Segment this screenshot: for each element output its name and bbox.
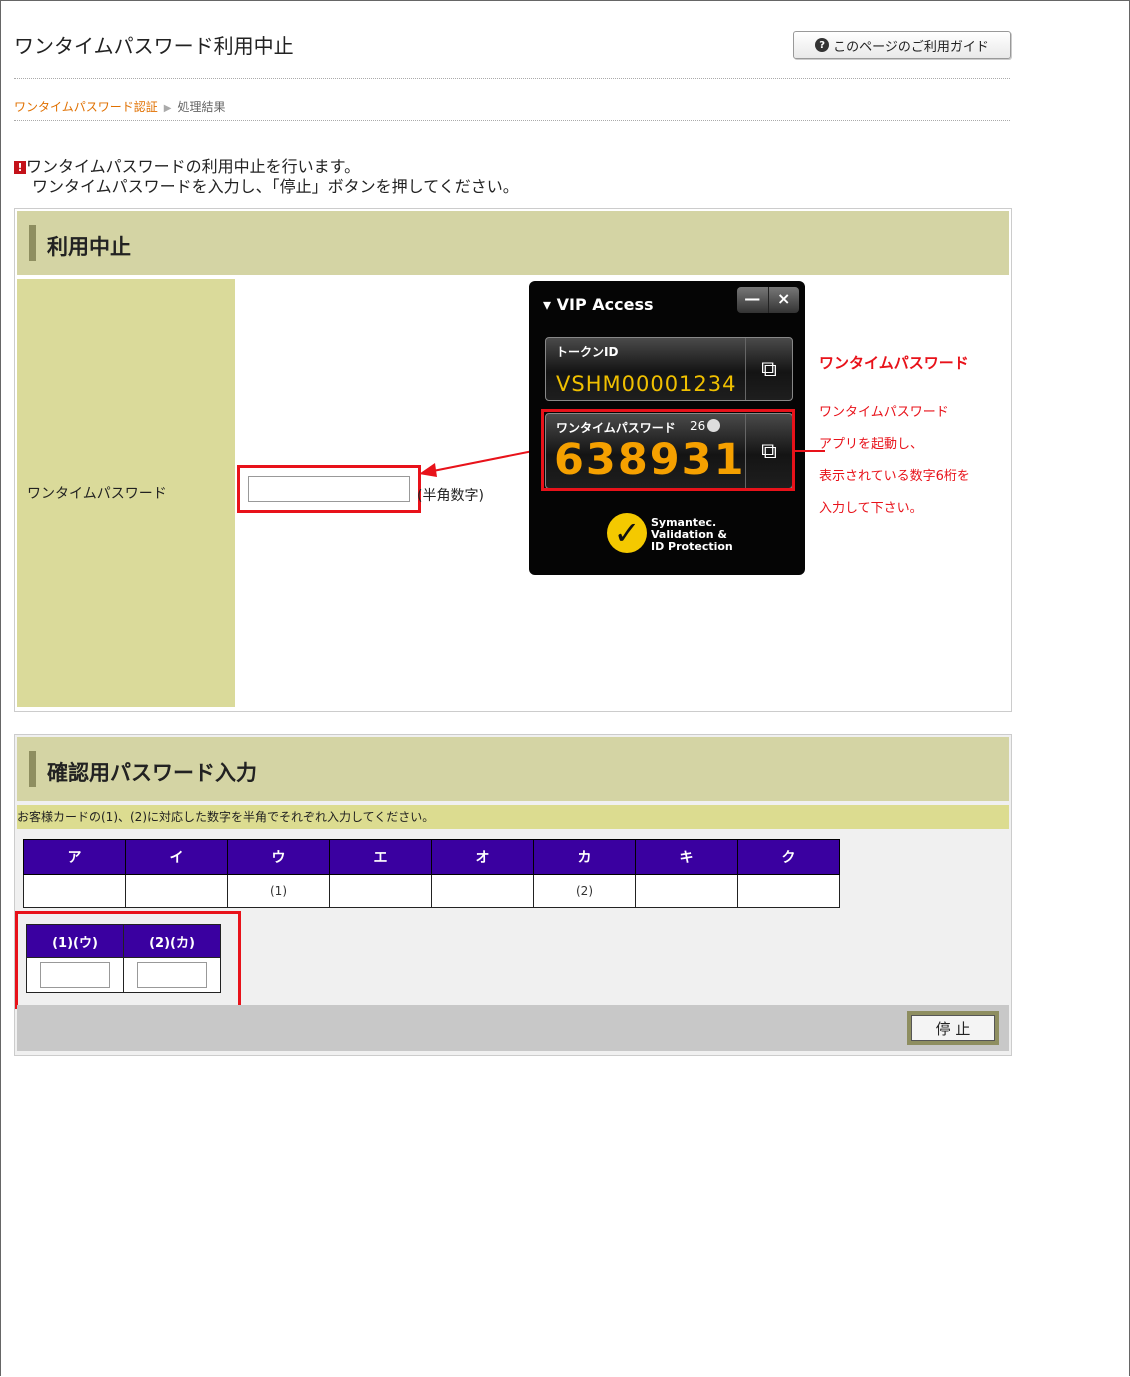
window-controls: — × — [737, 287, 799, 313]
grid-value-cell — [635, 874, 738, 908]
copy-icon: ⧉ — [745, 338, 792, 400]
token-id-card: トークンID VSHM00001234 ⧉ — [545, 337, 793, 401]
grid-value-cell — [125, 874, 228, 908]
callout-line-3: 表示されている数字6桁を — [819, 469, 970, 484]
token-id-value: VSHM00001234 — [556, 372, 737, 396]
otp-highlight-box — [541, 409, 795, 491]
grid-header-cell: ク — [737, 839, 840, 875]
symantec-logo: ✓ Symantec. Validation & ID Protection — [607, 513, 737, 561]
pw-header-cell: (2)(カ) — [123, 924, 221, 958]
callout-line-2: アプリを起動し、 — [819, 437, 924, 452]
divider — [14, 120, 1010, 121]
grid-value-cell — [431, 874, 534, 908]
confirm-password-highlight-box: (1)(ウ) (2)(カ) — [15, 911, 241, 1009]
section-title: 利用中止 — [47, 235, 131, 259]
grid-header-cell: ウ — [227, 839, 330, 875]
notice-line-1: ワンタイムパスワードの利用中止を行います。 — [26, 157, 361, 176]
grid-value-cell — [23, 874, 126, 908]
field-label-cell: ワンタイムパスワード — [17, 279, 235, 707]
confirm-password-input-2[interactable] — [137, 962, 207, 988]
guide-button[interactable]: ? このページのご利用ガイド — [793, 31, 1011, 59]
confirm-password-section: 確認用パスワード入力 お客様カードの(1)、(2)に対応した数字を半角でそれぞれ… — [14, 734, 1012, 1056]
help-icon: ? — [815, 38, 830, 52]
check-icon: ✓ — [607, 513, 647, 553]
otp-input[interactable] — [248, 476, 410, 502]
confirm-password-input-1[interactable] — [40, 962, 110, 988]
section-title: 確認用パスワード入力 — [47, 761, 257, 785]
section-header: 確認用パスワード入力 — [17, 737, 1009, 801]
instruction-text: お客様カードの(1)、(2)に対応した数字を半角でそれぞれ入力してください。 — [17, 805, 1009, 829]
token-id-label: トークンID — [556, 345, 619, 359]
guide-button-label: このページのご利用ガイド — [833, 39, 989, 55]
pw-input-cell — [123, 957, 221, 993]
grid-header-cell: イ — [125, 839, 228, 875]
callout-line-4: 入力して下さい。 — [819, 501, 923, 516]
grid-header-cell: ア — [23, 839, 126, 875]
breadcrumb-current: ワンタイムパスワード認証 — [14, 100, 158, 114]
otp-field-label: ワンタイムパスワード — [27, 486, 167, 502]
form-footer: 停 止 — [17, 1005, 1009, 1051]
grid-header-cell: エ — [329, 839, 432, 875]
notice-line-2: ワンタイムパスワードを入力し、「停止」ボタンを押してください。 — [32, 177, 519, 196]
grid-value-cell: (1) — [227, 874, 330, 908]
section-header: 利用中止 — [17, 211, 1009, 275]
breadcrumb-arrow-icon: ▶ — [163, 103, 172, 114]
breadcrumb-next: 処理結果 — [177, 100, 226, 114]
confirm-password-table: (1)(ウ) (2)(カ) — [26, 924, 221, 993]
breadcrumb: ワンタイムパスワード認証 ▶ 処理結果 — [14, 98, 225, 115]
grid-header-cell: オ — [431, 839, 534, 875]
pw-header-cell: (1)(ウ) — [26, 924, 124, 958]
notice: ! ワンタイムパスワードの利用中止を行います。 ワンタイムパスワードを入力し、「停… — [14, 157, 519, 197]
alert-icon: ! — [14, 161, 26, 174]
header-bar — [29, 225, 36, 261]
minimize-icon: — — [737, 287, 769, 313]
grid-header-cell: カ — [533, 839, 636, 875]
grid-value-cell — [737, 874, 840, 908]
callout-line-1: ワンタイムパスワード — [819, 405, 949, 420]
header-bar — [29, 751, 36, 787]
vip-access-widget: ▾ VIP Access — × トークンID VSHM00001234 ⧉ ワ… — [529, 281, 805, 575]
suspend-section: 利用中止 ワンタイムパスワード (半角数字) ▾ VIP Access — × … — [14, 208, 1012, 712]
pw-input-cell — [26, 957, 124, 993]
otp-highlight-box — [237, 465, 421, 513]
grid-value-cell: (2) — [533, 874, 636, 908]
close-icon: × — [777, 289, 791, 308]
callout-heading: ワンタイムパスワード — [819, 354, 969, 372]
logo-text: Symantec. Validation & ID Protection — [651, 516, 733, 553]
card-grid-table: ア イ ウ エ オ カ キ ク (1) (2) — [23, 839, 840, 908]
widget-title: ▾ VIP Access — [543, 295, 654, 314]
page-title: ワンタイムパスワード利用中止 — [14, 34, 294, 58]
widget-header: ▾ VIP Access — × — [529, 281, 805, 321]
divider — [14, 78, 1010, 79]
grid-value-cell — [329, 874, 432, 908]
stop-button[interactable]: 停 止 — [907, 1011, 999, 1045]
grid-header-cell: キ — [635, 839, 738, 875]
